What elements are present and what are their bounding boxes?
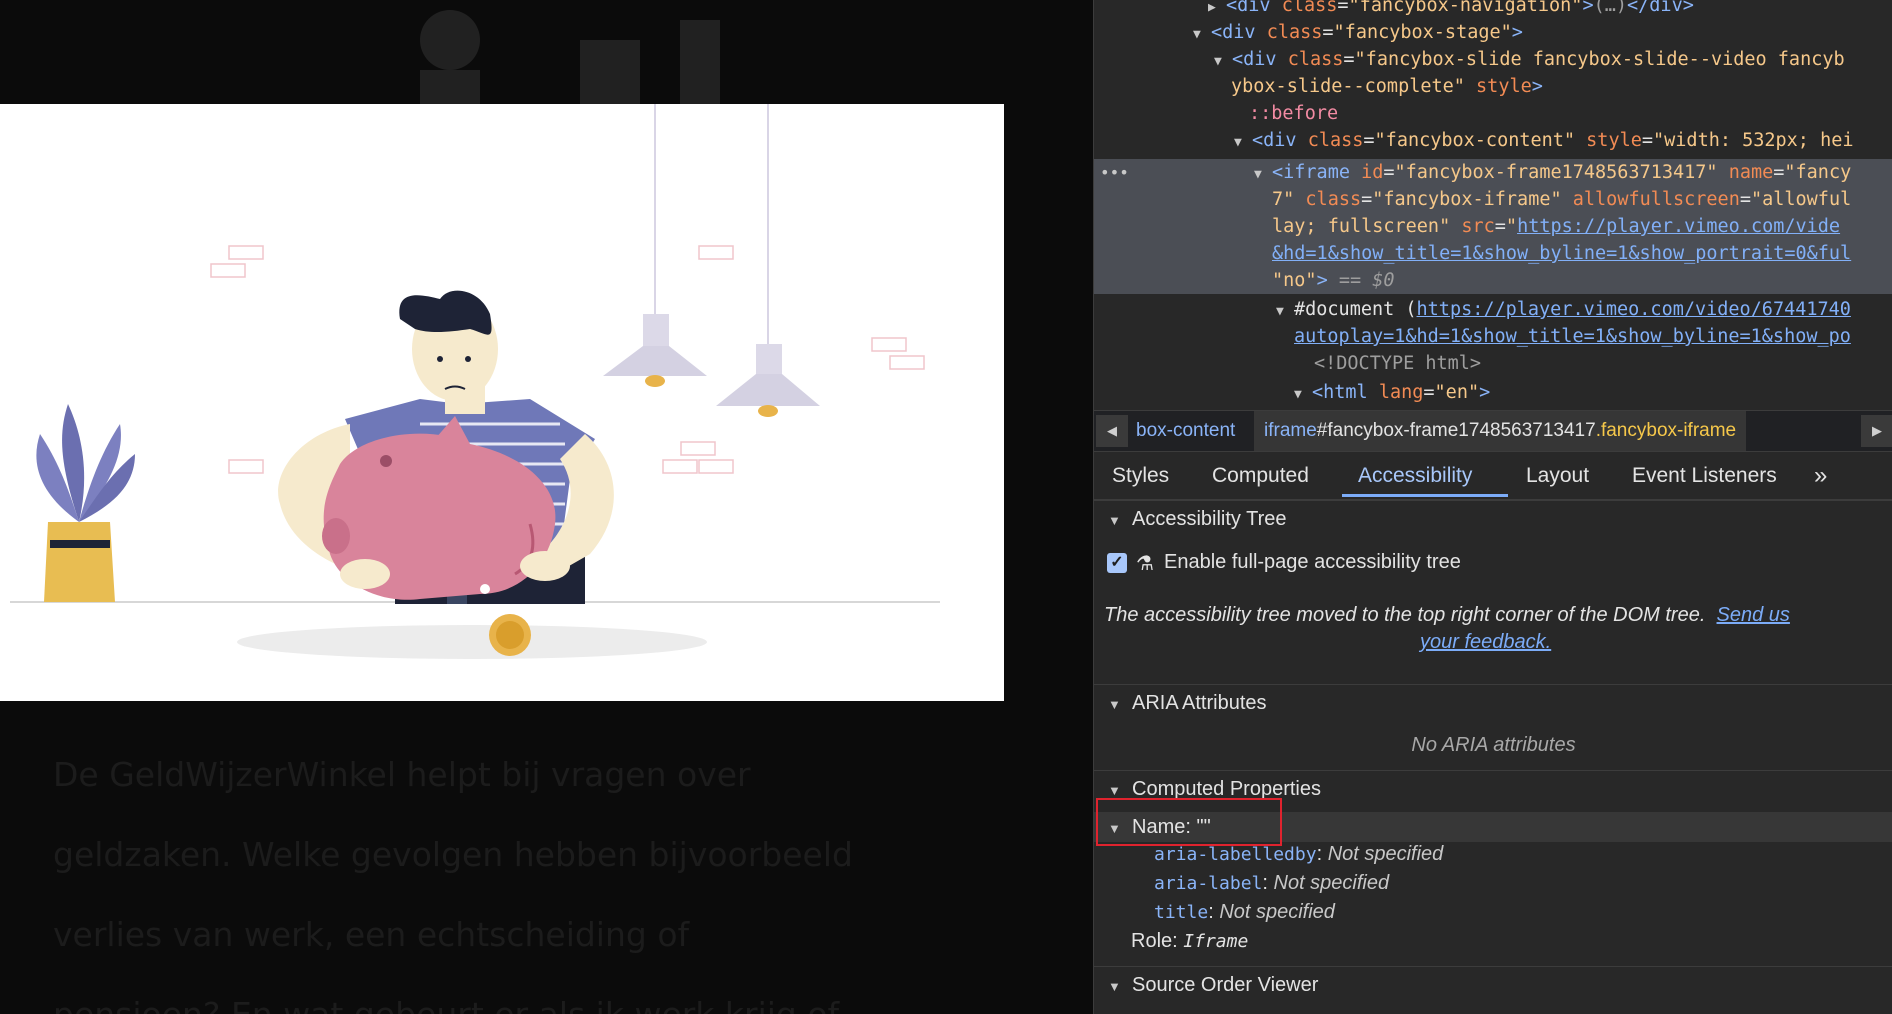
more-tabs-icon[interactable]: » — [1814, 451, 1827, 499]
tree-moved-notice-cont: your feedback. — [1420, 629, 1551, 656]
sidebar-tabs: Styles Computed Accessibility Layout Eve… — [1094, 451, 1892, 500]
dom-node-document[interactable]: ▼ #document (https://player.vimeo.com/vid… — [1094, 296, 1892, 323]
breadcrumb: ◀ box-content iframe#fancybox-frame17485… — [1094, 410, 1892, 452]
breadcrumb-item-iframe[interactable]: iframe#fancybox-frame1748563713417.fancy… — [1254, 411, 1747, 451]
header-illustration-faded — [420, 10, 720, 104]
section-accessibility-tree[interactable]: ▼ Accessibility Tree — [1094, 500, 1892, 537]
web-page: De GeldWijzerWinkel helpt bij vragen ove… — [0, 0, 1093, 1014]
tree-moved-notice: The accessibility tree moved to the top … — [1104, 604, 1790, 626]
feedback-link[interactable]: Send us — [1717, 604, 1790, 626]
highlight-box — [1096, 798, 1282, 846]
article-line: pensioen? En wat gebeurt er als ik werk … — [53, 975, 953, 1014]
ellipsis-icon[interactable]: (…) — [1594, 0, 1627, 16]
iframe-src-link[interactable]: https://player.vimeo.com/vide — [1517, 216, 1840, 237]
tab-computed[interactable]: Computed — [1212, 451, 1309, 499]
enable-tree-label[interactable]: Enable full-page accessibility tree — [1164, 551, 1461, 574]
collapse-triangle-icon[interactable]: ▼ — [1193, 21, 1211, 48]
dom-node-stage[interactable]: ▼ <div class="fancybox-stage"> — [1094, 19, 1892, 46]
dom-node-iframe-selected[interactable]: ••• ▼ <iframe id="fancybox-frame1748563713… — [1094, 159, 1892, 186]
no-aria-message: No ARIA attributes — [1411, 734, 1576, 756]
ellipsis-icon[interactable]: ••• — [1100, 159, 1129, 186]
tab-layout[interactable]: Layout — [1526, 451, 1589, 499]
collapse-triangle-icon[interactable]: ▼ — [1294, 381, 1312, 408]
checkbox-icon[interactable]: ✓ — [1107, 553, 1127, 573]
dom-node-slide-cont: ybox-slide--complete" style> — [1231, 76, 1543, 97]
breadcrumb-item-content[interactable]: box-content — [1136, 411, 1235, 451]
dom-node-slide[interactable]: ▼ <div class="fancybox-slide fancybox-sli… — [1094, 46, 1892, 73]
dom-iframe-src-cont: &hd=1&show_title=1&show_byline=1&show_po… — [1094, 240, 1892, 267]
dom-node-html[interactable]: ▼ <html lang="en"> — [1094, 379, 1892, 406]
collapse-triangle-icon[interactable]: ▼ — [1234, 129, 1252, 156]
prop-aria-label: aria-label: Not specified — [1154, 872, 1390, 894]
section-aria-attributes[interactable]: ▼ ARIA Attributes — [1094, 684, 1892, 721]
tab-styles[interactable]: Styles — [1112, 451, 1169, 499]
document-url-link[interactable]: https://player.vimeo.com/video/67441740 — [1417, 299, 1851, 320]
document-url-link-cont[interactable]: autoplay=1&hd=1&show_title=1&show_byline… — [1294, 326, 1851, 347]
computed-role: Role: Iframe — [1131, 930, 1249, 952]
section-source-order-viewer[interactable]: ▼ Source Order Viewer — [1094, 966, 1892, 1003]
scroll-left-icon[interactable]: ◀ — [1096, 415, 1128, 447]
scroll-right-icon[interactable]: ▶ — [1861, 415, 1892, 447]
article-line: verlies van werk, een echtscheiding of — [53, 915, 690, 954]
iframe-src-link-cont[interactable]: &hd=1&show_title=1&show_byline=1&show_po… — [1272, 243, 1851, 264]
tab-event-listeners[interactable]: Event Listeners — [1632, 451, 1777, 499]
dom-iframe-src: lay; fullscreen" src="https://player.vim… — [1094, 213, 1892, 240]
article-line: geldzaken. Welke gevolgen hebben bijvoor… — [53, 835, 853, 874]
dom-node-content[interactable]: ▼ <div class="fancybox-content" style="wi… — [1094, 127, 1892, 154]
elements-dom-tree[interactable]: ▶ <div class="fancybox-navigation">(…)</d… — [1094, 0, 1892, 410]
expand-triangle-icon[interactable]: ▶ — [1208, 0, 1226, 21]
article-line: De GeldWijzerWinkel helpt bij vragen ove… — [53, 755, 751, 794]
video-thumbnail[interactable] — [0, 104, 1004, 701]
prop-aria-labelledby: aria-labelledby: Not specified — [1154, 843, 1444, 865]
devtools-panel: ▶ <div class="fancybox-navigation">(…)</d… — [1093, 0, 1892, 1014]
dom-doctype[interactable]: <!DOCTYPE html> — [1094, 350, 1892, 377]
piggy-bank-illustration — [10, 104, 940, 659]
dom-pseudo-before[interactable]: ::before — [1094, 100, 1892, 127]
collapse-triangle-icon[interactable]: ▼ — [1108, 503, 1122, 539]
collapse-triangle-icon[interactable]: ▼ — [1276, 298, 1294, 325]
dom-iframe-end: "no"> == $0 — [1094, 267, 1892, 294]
dom-document-url-cont: autoplay=1&hd=1&show_title=1&show_byline… — [1094, 323, 1892, 350]
prop-title: title: Not specified — [1154, 901, 1335, 923]
feedback-link-cont[interactable]: your feedback. — [1420, 631, 1551, 653]
tab-accessibility[interactable]: Accessibility — [1358, 451, 1472, 499]
collapse-triangle-icon[interactable]: ▼ — [1214, 48, 1232, 75]
collapse-triangle-icon[interactable]: ▼ — [1108, 687, 1122, 723]
active-tab-indicator — [1342, 494, 1508, 497]
flask-icon: ⚗ — [1136, 553, 1154, 575]
collapse-triangle-icon[interactable]: ▼ — [1108, 969, 1122, 1005]
dom-iframe-attrs: 7" class="fancybox-iframe" allowfullscre… — [1094, 186, 1892, 213]
dom-node-navigation[interactable]: ▶ <div class="fancybox-navigation">(…)</d… — [1094, 0, 1892, 19]
article-text: De GeldWijzerWinkel helpt bij vragen ove… — [53, 735, 953, 1014]
collapse-triangle-icon[interactable]: ▼ — [1254, 161, 1272, 188]
